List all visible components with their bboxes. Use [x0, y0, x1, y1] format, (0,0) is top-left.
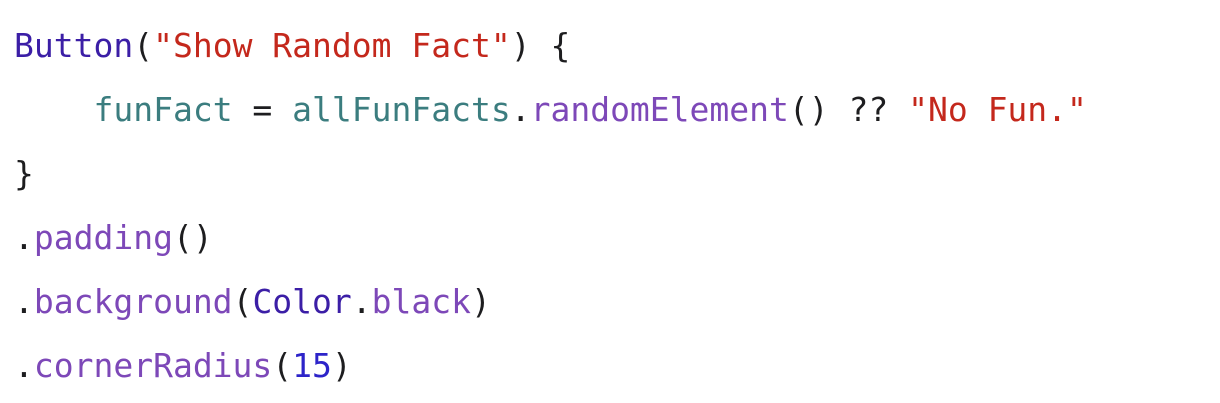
- code-token: }: [14, 154, 34, 193]
- code-token: ): [471, 282, 491, 321]
- code-token: (: [272, 346, 293, 385]
- code-token: padding: [33, 218, 173, 257]
- code-line-2: funFact = allFunFacts.randomElement() ??…: [14, 78, 1214, 142]
- code-line-6: .cornerRadius(15): [14, 334, 1214, 398]
- code-token: black: [371, 282, 471, 321]
- code-line-4: .padding(): [14, 206, 1214, 270]
- code-line-1: Button("Show Random Fact") {: [14, 14, 1214, 78]
- code-token: funFact: [93, 90, 233, 129]
- code-token: 15: [292, 346, 332, 385]
- code-token: ): [331, 346, 352, 385]
- code-token: .: [510, 90, 531, 129]
- code-token: "No Fun.": [908, 90, 1087, 129]
- code-token: (): [172, 218, 213, 257]
- code-token: allFunFacts: [292, 90, 511, 129]
- code-token: cornerRadius: [33, 346, 273, 385]
- code-token: Button: [14, 26, 134, 65]
- code-snippet: Button("Show Random Fact") { funFact = a…: [14, 14, 1214, 398]
- code-token: =: [232, 90, 293, 129]
- code-token: (: [232, 282, 253, 321]
- code-token: .: [14, 346, 34, 385]
- code-token: randomElement: [530, 90, 789, 129]
- code-token: background: [33, 282, 233, 321]
- code-token: ) {: [510, 26, 571, 65]
- code-token: () ??: [788, 90, 909, 129]
- code-token: .: [14, 218, 34, 257]
- code-line-3: }: [14, 142, 1214, 206]
- code-token: (: [133, 26, 154, 65]
- code-token: .: [14, 282, 34, 321]
- code-token: Color: [252, 282, 352, 321]
- code-token: .: [351, 282, 372, 321]
- code-token: "Show Random Fact": [153, 26, 511, 65]
- code-line-5: .background(Color.black): [14, 270, 1214, 334]
